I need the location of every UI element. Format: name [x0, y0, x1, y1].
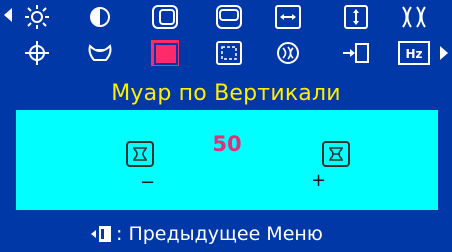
moire-value: 50 — [212, 132, 242, 156]
input-select-icon[interactable] — [339, 38, 373, 68]
frequency-icon[interactable]: Hz — [397, 38, 431, 68]
scroll-right-arrow-icon[interactable] — [438, 44, 450, 62]
trapezoid-icon[interactable] — [83, 38, 117, 68]
contrast-icon[interactable] — [83, 2, 117, 32]
vertical-position-icon[interactable] — [212, 2, 246, 32]
pincushion-icon[interactable] — [397, 2, 431, 32]
frequency-badge: Hz — [405, 47, 422, 61]
decrease-label: − — [140, 172, 156, 193]
adjust-panel: − 50 + — [16, 110, 438, 210]
previous-menu-label: : Предыдущее Меню — [116, 223, 323, 245]
horizontal-position-icon[interactable] — [148, 2, 182, 32]
menu-title: Муар по Вертикали — [111, 81, 341, 106]
brightness-icon[interactable] — [20, 2, 54, 32]
vertical-size-icon[interactable] — [339, 2, 373, 32]
previous-menu-icon[interactable] — [90, 224, 114, 244]
degauss-icon[interactable] — [271, 38, 305, 68]
scroll-left-arrow-icon[interactable] — [2, 6, 14, 24]
menu-icon-grid: Hz — [0, 0, 452, 84]
rotation-icon[interactable] — [20, 38, 54, 68]
zoom-icon[interactable] — [212, 38, 246, 68]
horizontal-size-icon[interactable] — [271, 2, 305, 32]
osd-menu: Hz Муар по Вертикали − 50 +: Предыдущее… — [0, 0, 452, 252]
increase-label: + — [311, 170, 327, 191]
increase-moire-icon[interactable] — [321, 140, 351, 168]
footer: : Предыдущее Меню — [0, 216, 452, 252]
vertical-moire-icon[interactable] — [148, 38, 182, 68]
